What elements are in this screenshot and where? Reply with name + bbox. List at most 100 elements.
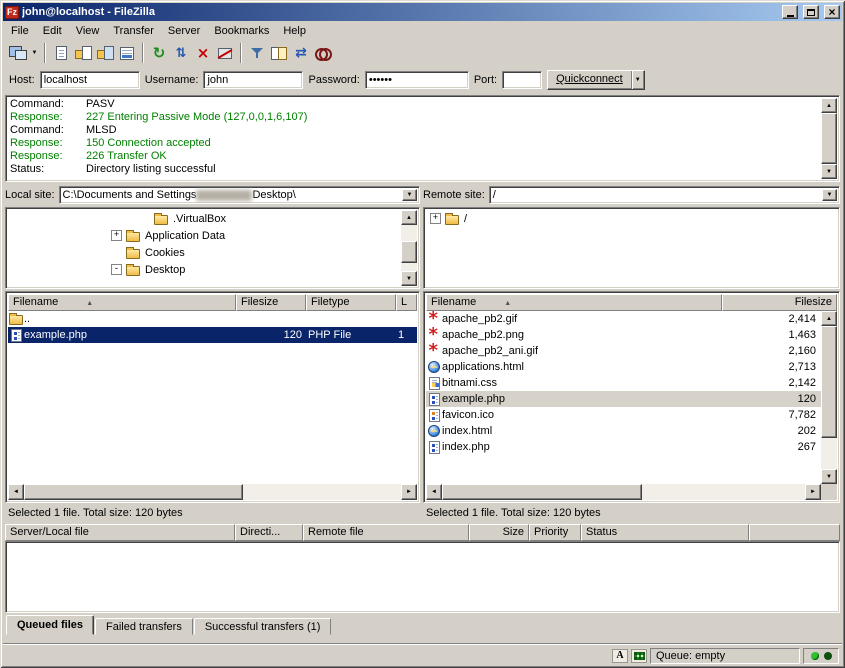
compare-directories-button[interactable] <box>268 42 290 64</box>
scroll-thumb[interactable] <box>24 484 243 500</box>
quickconnect-dropdown[interactable]: ▼ <box>631 71 644 89</box>
file-row-selected[interactable]: example.php120 <box>426 391 821 407</box>
synchronized-browsing-button[interactable]: ⇄ <box>290 42 312 64</box>
tab-queued-files[interactable]: Queued files <box>6 615 94 635</box>
scroll-down-button[interactable]: ▼ <box>821 469 837 484</box>
combo-dropdown-button[interactable]: ▼ <box>402 189 417 201</box>
toggle-message-log-button[interactable] <box>50 42 72 64</box>
file-row-parent[interactable]: .. <box>8 311 417 327</box>
queue-list[interactable] <box>5 541 840 613</box>
column-header-filename[interactable]: Filename▲ <box>426 294 722 311</box>
scroll-thumb[interactable] <box>821 113 837 164</box>
port-input[interactable] <box>502 71 542 89</box>
file-row[interactable]: applications.html2,713 <box>426 359 821 375</box>
refresh-icon: ↻ <box>153 46 166 61</box>
process-queue-icon: ⇅ <box>176 47 187 60</box>
menu-bookmarks[interactable]: Bookmarks <box>207 23 276 39</box>
file-row[interactable]: favicon.ico7,782 <box>426 407 821 423</box>
tab-successful-transfers[interactable]: Successful transfers (1) <box>194 618 332 635</box>
column-header-server-local-file[interactable]: Server/Local file <box>5 524 235 541</box>
menu-view[interactable]: View <box>69 23 107 39</box>
combo-dropdown-button[interactable]: ▼ <box>822 189 837 201</box>
scroll-thumb[interactable] <box>401 241 417 263</box>
site-manager-dropdown-button[interactable]: ▼ <box>29 42 40 64</box>
column-header-remote-file[interactable]: Remote file <box>303 524 469 541</box>
host-input[interactable] <box>40 71 140 89</box>
username-input[interactable] <box>203 71 303 89</box>
scroll-track[interactable] <box>821 113 837 164</box>
column-header-direction[interactable]: Directi... <box>235 524 303 541</box>
local-site-combo[interactable]: C:\Documents and SettingsDesktop\ ▼ <box>59 186 420 204</box>
scroll-track[interactable] <box>24 484 401 500</box>
password-input[interactable] <box>365 71 469 89</box>
title-bar[interactable]: Fz john@localhost - FileZilla × <box>3 3 842 21</box>
scroll-up-button[interactable]: ▲ <box>821 311 837 326</box>
refresh-button[interactable]: ↻ <box>148 42 170 64</box>
column-header-filesize[interactable]: Filesize <box>236 294 306 311</box>
remote-vertical-scrollbar[interactable]: ▲ ▼ <box>821 311 837 484</box>
close-button[interactable]: × <box>824 5 840 19</box>
file-row[interactable]: index.html202 <box>426 423 821 439</box>
scroll-up-button[interactable]: ▲ <box>401 210 417 225</box>
tree-item[interactable]: .VirtualBox <box>8 210 401 227</box>
file-row-selected[interactable]: example.php 120 PHP File 1 <box>8 327 417 343</box>
column-header-status[interactable]: Status <box>581 524 749 541</box>
column-header-size[interactable]: Size <box>469 524 529 541</box>
scroll-left-button[interactable]: ◄ <box>8 484 24 500</box>
tree-item[interactable]: -Desktop <box>8 261 401 278</box>
menu-edit[interactable]: Edit <box>36 23 69 39</box>
scroll-thumb[interactable] <box>442 484 642 500</box>
expand-icon[interactable]: + <box>430 213 441 224</box>
log-vertical-scrollbar[interactable]: ▲ ▼ <box>821 98 837 179</box>
toggle-queue-button[interactable] <box>116 42 138 64</box>
toggle-remote-tree-button[interactable] <box>94 42 116 64</box>
site-manager-button[interactable] <box>7 42 29 64</box>
remote-horizontal-scrollbar[interactable]: ◄ ► <box>426 484 821 500</box>
column-header-priority[interactable]: Priority <box>529 524 581 541</box>
tree-item[interactable]: Cookies <box>8 244 401 261</box>
scroll-right-button[interactable]: ► <box>805 484 821 500</box>
file-row[interactable]: apache_pb2.gif2,414 <box>426 311 821 327</box>
menu-file[interactable]: File <box>4 23 36 39</box>
column-header-filetype[interactable]: Filetype <box>306 294 396 311</box>
filter-button[interactable] <box>246 42 268 64</box>
scroll-right-button[interactable]: ► <box>401 484 417 500</box>
minimize-button[interactable] <box>782 5 798 19</box>
scroll-up-button[interactable]: ▲ <box>821 98 837 113</box>
cancel-operation-button[interactable]: × <box>192 42 214 64</box>
scroll-thumb[interactable] <box>821 326 837 438</box>
file-row[interactable]: index.php267 <box>426 439 821 455</box>
file-row[interactable]: apache_pb2_ani.gif2,160 <box>426 343 821 359</box>
toggle-local-tree-button[interactable] <box>72 42 94 64</box>
scroll-track[interactable] <box>442 484 805 500</box>
maximize-button[interactable] <box>803 5 819 19</box>
scroll-track[interactable] <box>821 326 837 469</box>
process-queue-button[interactable]: ⇅ <box>170 42 192 64</box>
find-files-button[interactable] <box>312 42 334 64</box>
scroll-down-button[interactable]: ▼ <box>401 271 417 286</box>
file-row[interactable]: apache_pb2.png1,463 <box>426 327 821 343</box>
minimize-icon <box>787 15 794 17</box>
expand-icon[interactable]: + <box>111 230 122 241</box>
tree-item[interactable]: +/ <box>426 210 821 227</box>
scroll-left-button[interactable]: ◄ <box>426 484 442 500</box>
menu-help[interactable]: Help <box>276 23 313 39</box>
toolbar-separator <box>142 43 144 63</box>
remote-site-combo[interactable]: / ▼ <box>489 186 840 204</box>
local-horizontal-scrollbar[interactable]: ◄ ► <box>8 484 417 500</box>
menu-transfer[interactable]: Transfer <box>106 23 161 39</box>
tree-item[interactable]: +Application Data <box>8 227 401 244</box>
file-row[interactable]: bitnami.css2,142 <box>426 375 821 391</box>
column-header-filename[interactable]: Filename▲ <box>8 294 236 311</box>
column-header-lastmodified[interactable]: L <box>396 294 417 311</box>
menu-bar: File Edit View Transfer Server Bookmarks… <box>3 21 842 40</box>
quickconnect-button[interactable]: Quickconnect ▼ <box>547 70 645 90</box>
scroll-track[interactable] <box>401 225 417 271</box>
collapse-icon[interactable]: - <box>111 264 122 275</box>
menu-server[interactable]: Server <box>161 23 207 39</box>
column-header-filesize[interactable]: Filesize <box>722 294 837 311</box>
disconnect-button[interactable] <box>214 42 236 64</box>
scroll-down-button[interactable]: ▼ <box>821 164 837 179</box>
local-tree-vertical-scrollbar[interactable]: ▲ ▼ <box>401 210 417 286</box>
tab-failed-transfers[interactable]: Failed transfers <box>95 618 193 635</box>
